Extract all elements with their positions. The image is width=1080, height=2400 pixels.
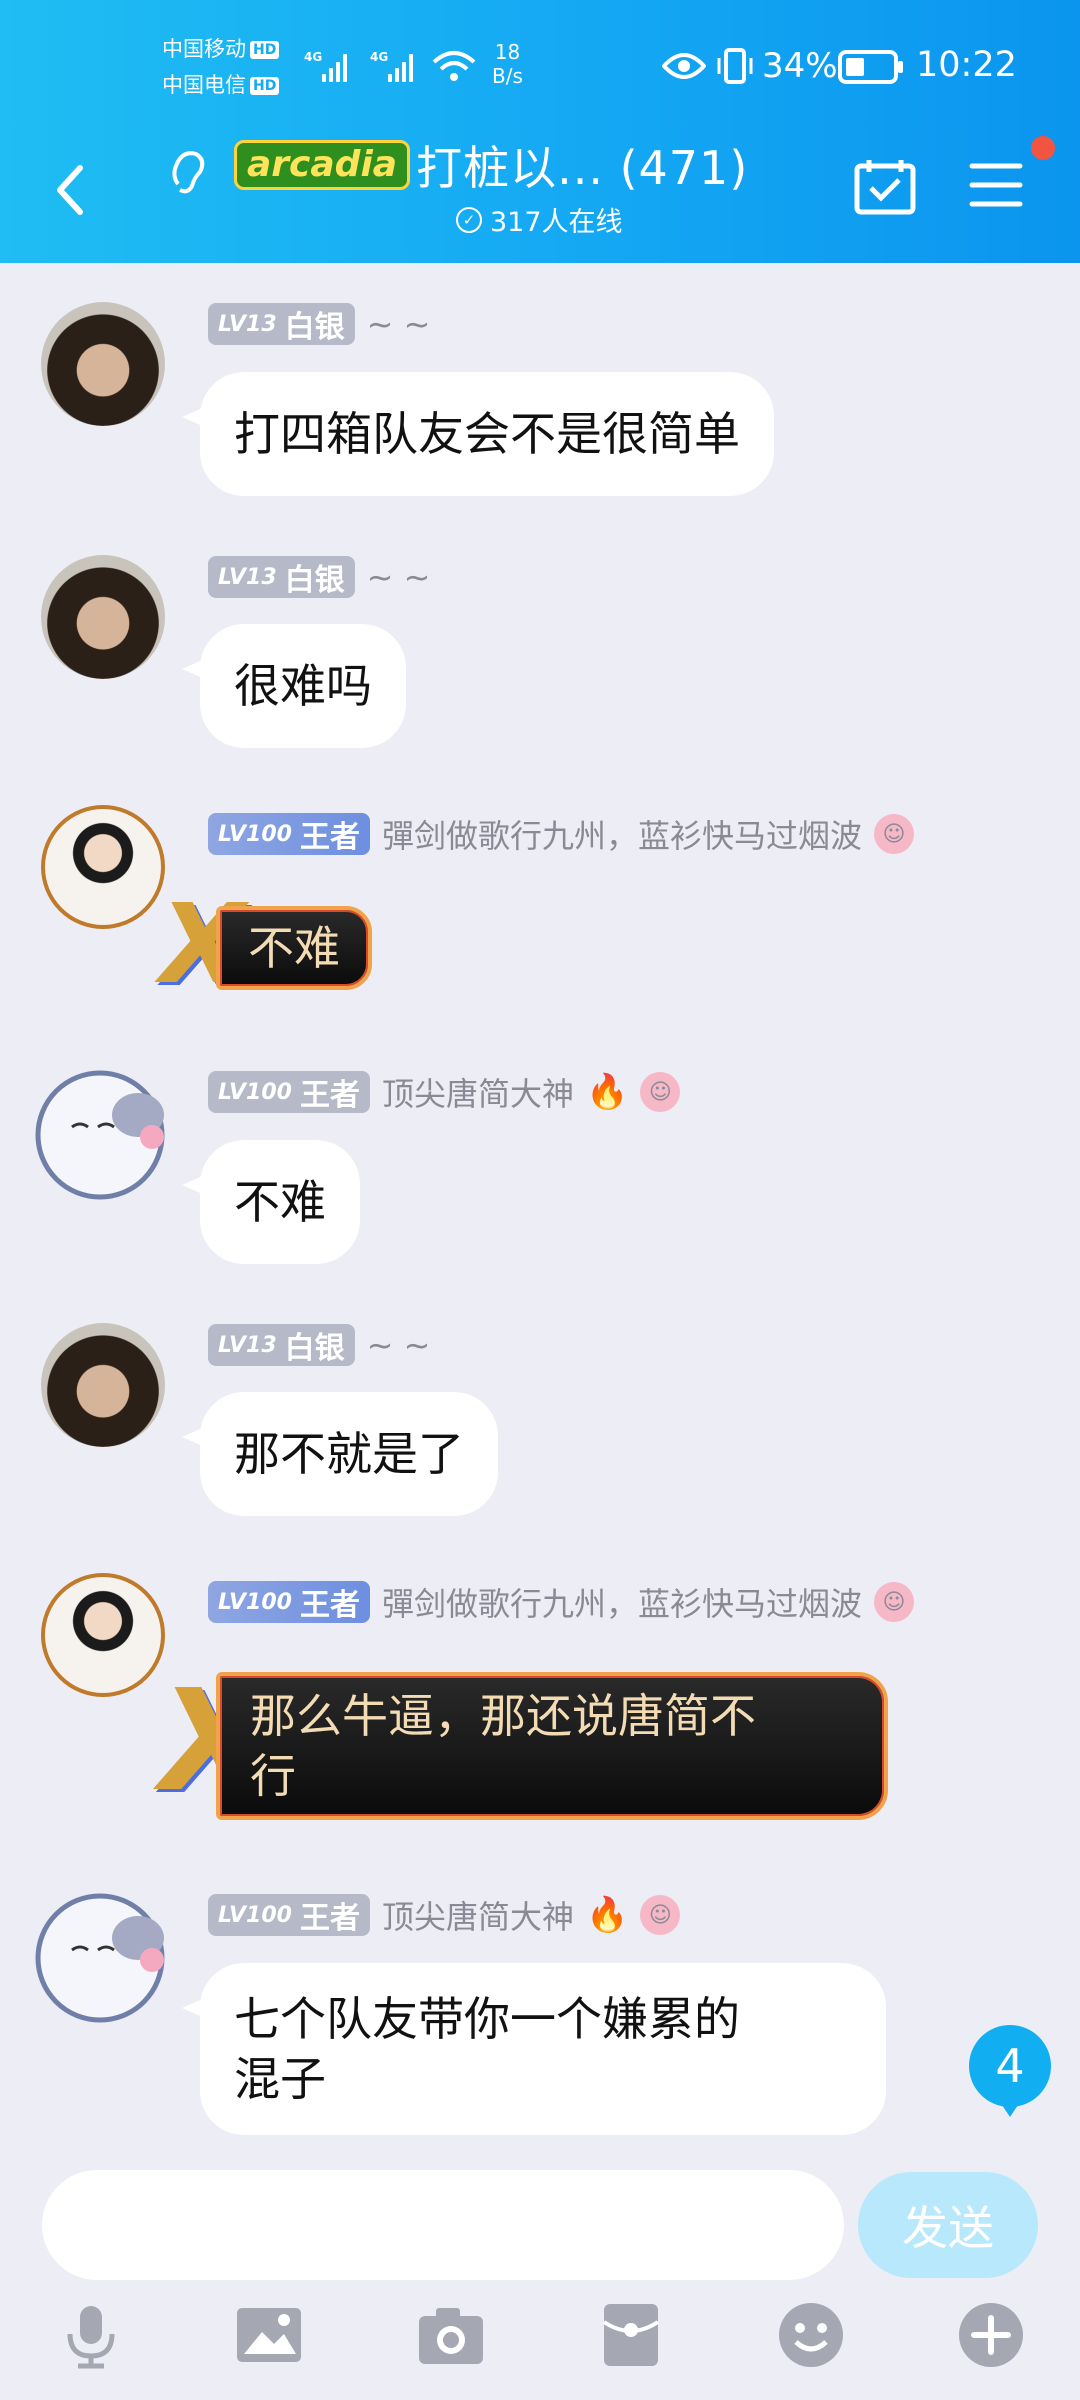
message-bubble[interactable]: 那不就是了	[200, 1392, 498, 1516]
sender-nickname: ~ ~	[366, 305, 431, 343]
level-badge: LV13 白银	[208, 303, 355, 345]
sender-nickname: ~ ~	[366, 1326, 431, 1364]
vibrate-icon	[717, 48, 753, 84]
smile-flower-icon: ☺	[640, 1072, 681, 1112]
sender-nickname: ~ ~	[366, 558, 431, 596]
microphone-icon[interactable]	[56, 2300, 126, 2370]
ear-icon[interactable]	[168, 146, 208, 196]
network-type-2: 4G	[370, 50, 389, 64]
level-badge: LV100 王者	[208, 813, 370, 855]
eye-icon	[662, 53, 706, 79]
sender-meta: LV100 王者 彈剑做歌行九州，蓝衫快马过烟波 ☺	[208, 1579, 914, 1625]
message-bubble[interactable]: 打四箱队友会不是很简单	[200, 372, 774, 496]
signal-icon	[322, 50, 347, 82]
send-button[interactable]: 发送	[858, 2172, 1038, 2278]
image-icon[interactable]	[234, 2300, 304, 2370]
sender-nickname: 顶尖唐简大神	[381, 1075, 574, 1113]
battery-icon	[838, 50, 903, 84]
red-packet-icon[interactable]	[596, 2300, 666, 2370]
group-title: 打桩以... (471)	[416, 141, 749, 195]
unread-count-badge[interactable]: 4	[969, 2025, 1051, 2117]
calendar-check-icon[interactable]	[853, 156, 917, 216]
message-bubble[interactable]: 不难	[216, 906, 372, 990]
camera-icon[interactable]	[416, 2300, 486, 2370]
avatar[interactable]	[41, 302, 165, 426]
group-logo: arcadia	[234, 140, 411, 190]
carrier-1: 中国移动 HD	[162, 36, 280, 62]
sender-nickname: 彈剑做歌行九州，蓝衫快马过烟波	[381, 1585, 862, 1623]
avatar[interactable]	[41, 1573, 165, 1697]
sender-nickname: 彈剑做歌行九州，蓝衫快马过烟波	[381, 817, 862, 855]
notification-dot	[1031, 136, 1055, 160]
plus-icon[interactable]	[956, 2300, 1026, 2370]
sender-meta: LV100 王者 顶尖唐简大神 🔥 ☺	[208, 1892, 681, 1938]
fire-icon: 🔥	[585, 1895, 629, 1935]
sender-meta: LV13 白银 ~ ~	[208, 303, 430, 345]
sender-meta: LV13 白银 ~ ~	[208, 1324, 430, 1366]
sender-meta: LV100 王者 顶尖唐简大神 🔥 ☺	[208, 1069, 681, 1115]
level-badge: LV100 王者	[208, 1581, 370, 1623]
wifi-icon	[432, 51, 476, 81]
network-type-1: 4G	[304, 50, 323, 64]
avatar[interactable]	[28, 1055, 178, 1205]
level-badge: LV100 王者	[208, 1071, 370, 1113]
signal-icon-2	[388, 50, 413, 82]
message-bubble[interactable]: 那么牛逼，那还说唐简不 行	[216, 1672, 888, 1820]
chat-header: 中国移动 HD 中国电信 HD 4G 4G 18 B/s 34% 10:22 arca…	[0, 0, 1080, 263]
smile-flower-icon: ☺	[873, 1582, 914, 1622]
carrier-2: 中国电信 HD	[162, 72, 280, 98]
emoji-icon[interactable]	[776, 2300, 846, 2370]
back-button[interactable]	[52, 162, 88, 218]
message-bubble[interactable]: 很难吗	[200, 624, 406, 748]
message-input[interactable]	[42, 2170, 844, 2280]
menu-icon[interactable]	[968, 160, 1024, 210]
net-speed: 18 B/s	[492, 40, 523, 88]
avatar[interactable]	[41, 555, 165, 679]
battery-percent: 34%	[762, 46, 838, 86]
group-title-row[interactable]: arcadia 打桩以... (471)	[234, 130, 748, 200]
message-bubble[interactable]: 不难	[200, 1140, 360, 1264]
avatar[interactable]	[41, 1323, 165, 1447]
avatar[interactable]	[41, 805, 165, 929]
sender-nickname: 顶尖唐简大神	[381, 1898, 574, 1936]
level-badge: LV13 白银	[208, 556, 355, 598]
level-badge: LV100 王者	[208, 1894, 370, 1936]
clock: 10:22	[916, 45, 1017, 85]
avatar[interactable]	[28, 1878, 178, 2028]
message-bubble[interactable]: 七个队友带你一个嫌累的 混子	[200, 1963, 886, 2135]
fire-icon: 🔥	[585, 1072, 629, 1112]
check-circle-icon: ✓	[456, 206, 482, 233]
level-badge: LV13 白银	[208, 1324, 355, 1366]
sender-meta: LV100 王者 彈剑做歌行九州，蓝衫快马过烟波 ☺	[208, 811, 914, 857]
sender-meta: LV13 白银 ~ ~	[208, 556, 430, 598]
smile-flower-icon: ☺	[873, 814, 914, 854]
smile-flower-icon: ☺	[640, 1895, 681, 1935]
online-count: ✓ 317人在线	[456, 200, 623, 239]
